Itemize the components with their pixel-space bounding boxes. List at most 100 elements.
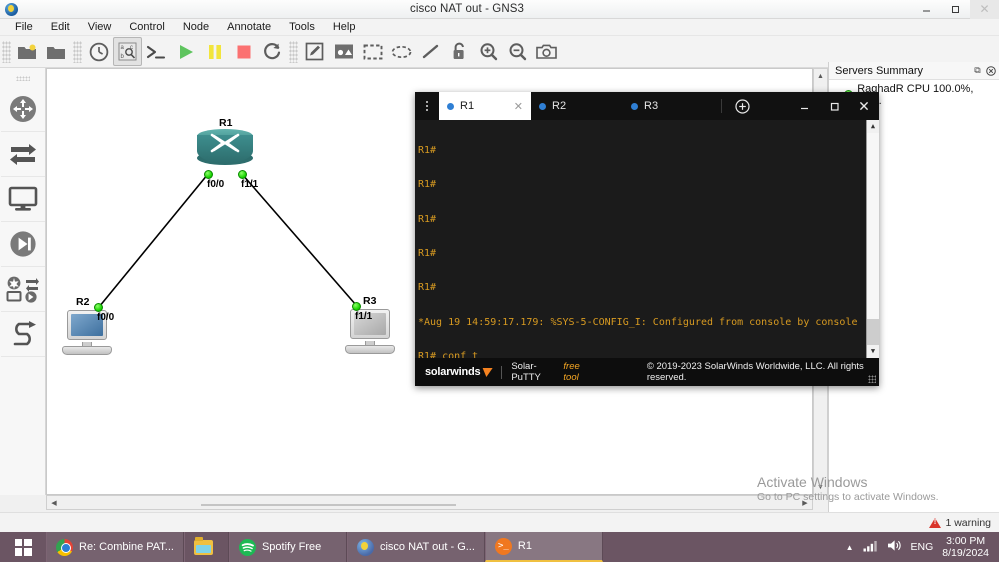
putty-tab-r3-label: R3 bbox=[644, 100, 659, 112]
add-note-icon[interactable] bbox=[300, 37, 329, 66]
new-tab-icon[interactable] bbox=[728, 92, 756, 120]
volume-icon[interactable] bbox=[887, 539, 902, 555]
putty-minimize-button[interactable] bbox=[789, 92, 819, 120]
stop-icon[interactable] bbox=[229, 37, 258, 66]
link-led-r1-f0-0 bbox=[204, 170, 213, 179]
maximize-button[interactable] bbox=[941, 0, 970, 19]
all-devices-icon[interactable] bbox=[0, 267, 45, 312]
warning-status[interactable]: 1 warning bbox=[929, 517, 991, 529]
taskbar-item-spotify-label: Spotify Free bbox=[261, 541, 322, 553]
close-tab-icon[interactable]: ✕ bbox=[514, 100, 523, 113]
scroll-right-icon[interactable]: ▶ bbox=[798, 496, 812, 510]
close-panel-icon[interactable] bbox=[985, 65, 996, 76]
putty-maximize-button[interactable] bbox=[819, 92, 849, 120]
canvas-horizontal-scrollbar[interactable]: ◀ ▶ bbox=[46, 495, 813, 510]
free-tool-tag: free tool bbox=[563, 361, 580, 383]
link-led-r3 bbox=[352, 302, 361, 311]
menu-edit[interactable]: Edit bbox=[42, 20, 79, 34]
add-link-icon[interactable] bbox=[0, 312, 45, 357]
zoom-in-icon[interactable] bbox=[474, 37, 503, 66]
screenshot-icon[interactable] bbox=[532, 37, 561, 66]
zoom-out-icon[interactable] bbox=[503, 37, 532, 66]
close-button[interactable]: ✕ bbox=[970, 0, 999, 19]
clock-time: 3:00 PM bbox=[946, 535, 986, 547]
draw-rectangle-icon[interactable] bbox=[358, 37, 387, 66]
console-icon[interactable] bbox=[142, 37, 171, 66]
solarwinds-flame-icon bbox=[481, 367, 494, 377]
putty-close-button[interactable] bbox=[849, 92, 879, 120]
open-project-icon[interactable] bbox=[42, 37, 71, 66]
menu-node[interactable]: Node bbox=[174, 20, 218, 34]
scroll-down-icon[interactable]: ▼ bbox=[814, 480, 828, 494]
show-hidden-icons-icon[interactable]: ▲ bbox=[846, 543, 854, 552]
folder-icon bbox=[193, 536, 213, 555]
title-bar: cisco NAT out - GNS3 ✕ bbox=[0, 0, 999, 19]
pause-icon[interactable] bbox=[200, 37, 229, 66]
taskbar-item-explorer[interactable] bbox=[183, 532, 229, 562]
putty-menu-icon[interactable] bbox=[415, 92, 439, 120]
menu-control[interactable]: Control bbox=[120, 20, 173, 34]
menu-annotate[interactable]: Annotate bbox=[218, 20, 280, 34]
reload-icon[interactable] bbox=[258, 37, 287, 66]
canvas-hscroll-thumb[interactable] bbox=[201, 503, 456, 506]
draw-line-icon[interactable] bbox=[416, 37, 445, 66]
minimize-button[interactable] bbox=[912, 0, 941, 19]
system-tray: ▲ ENG 3:00 PM 8/19/2024 bbox=[846, 535, 999, 559]
menu-file[interactable]: File bbox=[6, 20, 42, 34]
putty-tab-r2-label: R2 bbox=[552, 100, 567, 112]
windows-logo-icon bbox=[14, 538, 32, 556]
terminal-scrollbar[interactable]: ▲ ▼ bbox=[866, 120, 879, 358]
node-r3-label: R3 bbox=[363, 295, 377, 307]
terminal-output[interactable]: R1# R1# R1# R1# R1# *Aug 19 14:59:17.179… bbox=[415, 120, 879, 358]
taskbar-item-gns3[interactable]: cisco NAT out - G... bbox=[346, 532, 485, 562]
menu-view[interactable]: View bbox=[79, 20, 121, 34]
scroll-up-icon[interactable]: ▲ bbox=[814, 69, 828, 83]
recent-projects-icon[interactable] bbox=[84, 37, 113, 66]
link-led-r2 bbox=[94, 303, 103, 312]
routers-icon[interactable] bbox=[0, 87, 45, 132]
clock[interactable]: 3:00 PM 8/19/2024 bbox=[942, 535, 989, 559]
tab-status-icon bbox=[631, 102, 638, 110]
terminal-line: R1# bbox=[418, 282, 437, 294]
gns3-logo-icon bbox=[4, 2, 18, 16]
language-indicator[interactable]: ENG bbox=[911, 541, 934, 553]
putty-tab-r3[interactable]: R3 bbox=[623, 92, 715, 120]
taskbar-item-putty[interactable]: >_ R1 bbox=[484, 532, 603, 562]
app-icon bbox=[0, 2, 22, 16]
putty-footer: solarwinds Solar-PuTTY free tool © 2019-… bbox=[415, 358, 879, 386]
end-devices-icon[interactable] bbox=[0, 177, 45, 222]
menu-tools[interactable]: Tools bbox=[280, 20, 324, 34]
solar-putty-window[interactable]: R1 ✕ R2 R3 R1# R1# R1# R1# R1# *Aug 19 1… bbox=[415, 92, 879, 386]
terminal-scroll-down-icon[interactable]: ▼ bbox=[867, 345, 880, 358]
toolbar-grip-3[interactable] bbox=[289, 40, 298, 63]
screenshot-snapshot-icon[interactable]: a c b bbox=[113, 37, 142, 66]
toolbar-grip-2[interactable] bbox=[73, 40, 82, 63]
insert-image-icon[interactable] bbox=[329, 37, 358, 66]
device-toolbar-grip[interactable] bbox=[15, 76, 30, 81]
terminal-scroll-up-icon[interactable]: ▲ bbox=[867, 120, 880, 133]
new-project-icon[interactable] bbox=[13, 37, 42, 66]
scroll-left-icon[interactable]: ◀ bbox=[47, 496, 61, 510]
putty-tab-r1[interactable]: R1 ✕ bbox=[439, 92, 531, 120]
router-icon bbox=[197, 129, 253, 169]
taskbar-item-putty-label: R1 bbox=[517, 540, 532, 552]
draw-ellipse-icon[interactable] bbox=[387, 37, 416, 66]
start-icon[interactable] bbox=[171, 37, 200, 66]
start-button[interactable] bbox=[0, 532, 46, 562]
menu-help[interactable]: Help bbox=[324, 20, 365, 34]
taskbar-item-spotify[interactable]: Spotify Free bbox=[228, 532, 347, 562]
putty-tab-r2[interactable]: R2 bbox=[531, 92, 623, 120]
terminal-line: R1# bbox=[418, 213, 437, 225]
lock-items-icon[interactable] bbox=[445, 37, 474, 66]
network-icon[interactable] bbox=[863, 540, 878, 555]
float-panel-icon[interactable]: ⧉ bbox=[972, 65, 983, 76]
terminal-scroll-track[interactable] bbox=[866, 133, 879, 345]
gns3-application-window: cisco NAT out - GNS3 ✕ File Edit View Co… bbox=[0, 0, 999, 562]
resize-grip[interactable] bbox=[868, 375, 876, 383]
putty-tab-bar: R1 ✕ R2 R3 bbox=[415, 92, 879, 120]
terminal-scroll-thumb[interactable] bbox=[866, 319, 879, 345]
taskbar-item-chrome[interactable]: Re: Combine PAT... bbox=[46, 532, 184, 562]
toolbar-grip[interactable] bbox=[2, 40, 11, 63]
security-devices-icon[interactable] bbox=[0, 222, 45, 267]
switches-icon[interactable] bbox=[0, 132, 45, 177]
